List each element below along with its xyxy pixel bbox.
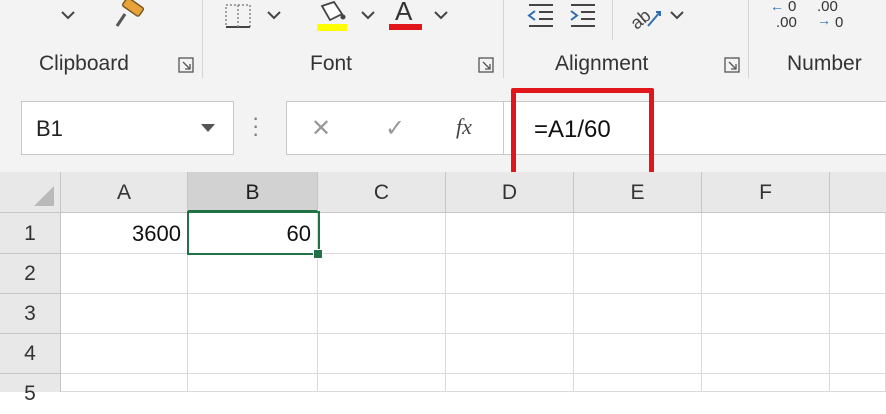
cell-d2[interactable]	[446, 254, 574, 294]
fill-color-dropdown-chevron-icon[interactable]	[360, 8, 376, 26]
group-separator	[503, 0, 504, 78]
cell-b2[interactable]	[188, 254, 318, 294]
svg-text:ab: ab	[628, 5, 655, 30]
row-header-2[interactable]: 2	[0, 254, 61, 294]
cell-e4[interactable]	[574, 334, 702, 374]
cell-c4[interactable]	[318, 334, 446, 374]
increase-decimal-small-zero: 0	[788, 0, 797, 15]
cell-a4[interactable]	[61, 334, 188, 374]
decrease-indent-icon[interactable]	[525, 2, 557, 33]
group-label-alignment: Alignment	[555, 52, 649, 75]
cancel-icon[interactable]: ✕	[311, 114, 331, 143]
cell-a1[interactable]: 3600	[61, 213, 188, 254]
cell-g5[interactable]	[830, 374, 886, 392]
subgroup-separator	[612, 0, 613, 40]
formula-highlight-box	[511, 88, 654, 178]
clipboard-dialog-launcher-icon[interactable]	[178, 57, 194, 73]
column-header-a[interactable]: A	[61, 172, 188, 213]
increase-indent-icon[interactable]	[567, 2, 599, 33]
cell-b4[interactable]	[188, 334, 318, 374]
group-label-clipboard: Clipboard	[39, 52, 129, 75]
increase-decimal-label: .00	[776, 14, 797, 31]
cell-g4[interactable]	[830, 334, 886, 374]
cell-c1[interactable]	[318, 213, 446, 254]
cell-a5[interactable]	[61, 374, 188, 392]
fill-handle[interactable]	[313, 249, 323, 259]
cell-c5[interactable]	[318, 374, 446, 392]
name-box-value: B1	[36, 116, 63, 141]
select-all-icon	[34, 186, 54, 206]
alignment-dialog-launcher-icon[interactable]	[724, 57, 740, 73]
cell-f3[interactable]	[702, 294, 830, 334]
group-label-number: Number	[787, 52, 862, 75]
column-header-b[interactable]: B	[188, 172, 318, 213]
cell-c3[interactable]	[318, 294, 446, 334]
cell-a3[interactable]	[61, 294, 188, 334]
cell-b5[interactable]	[188, 374, 318, 392]
orientation-icon[interactable]: ab	[626, 0, 664, 35]
cell-b3[interactable]	[188, 294, 318, 334]
formula-bar-resize-handle-icon[interactable]: · · ·	[252, 107, 259, 145]
column-header-d[interactable]: D	[446, 172, 574, 213]
ribbon: Clipboard A Font ab Alignment ← 0 .00 .0…	[0, 0, 886, 83]
cell-f1[interactable]	[702, 213, 830, 254]
cell-e3[interactable]	[574, 294, 702, 334]
font-dialog-launcher-icon[interactable]	[478, 57, 494, 73]
group-separator	[202, 0, 203, 78]
cell-e1[interactable]	[574, 213, 702, 254]
borders-icon[interactable]	[223, 2, 255, 35]
group-separator	[748, 0, 749, 78]
row-header-3[interactable]: 3	[0, 294, 61, 334]
column-header-c[interactable]: C	[318, 172, 446, 213]
selected-cell-border	[187, 211, 320, 255]
font-color-letter: A	[395, 0, 413, 26]
increase-decimal-icon[interactable]: ← 0 .00	[770, 0, 804, 32]
cell-d5[interactable]	[446, 374, 574, 392]
font-color-swatch	[389, 24, 422, 30]
dropdown-chevron-icon[interactable]	[60, 8, 76, 26]
select-all-button[interactable]	[0, 172, 61, 213]
cell-g3[interactable]	[830, 294, 886, 334]
decrease-decimal-arrow: →	[817, 12, 831, 28]
borders-dropdown-chevron-icon[interactable]	[266, 8, 282, 26]
cell-f4[interactable]	[702, 334, 830, 374]
font-color-icon[interactable]: A	[389, 0, 425, 32]
enter-icon[interactable]: ✓	[385, 114, 405, 143]
insert-function-icon[interactable]: fx	[456, 114, 472, 140]
column-header-g-partial[interactable]	[830, 172, 886, 213]
cell-e5[interactable]	[574, 374, 702, 392]
fill-color-icon[interactable]	[314, 0, 350, 37]
cell-d1[interactable]	[446, 213, 574, 254]
decrease-decimal-icon[interactable]: .00 → 0	[815, 0, 849, 32]
cell-d4[interactable]	[446, 334, 574, 374]
cell-g2[interactable]	[830, 254, 886, 294]
column-header-f[interactable]: F	[702, 172, 830, 213]
cell-c2[interactable]	[318, 254, 446, 294]
increase-decimal-arrow: ←	[770, 0, 784, 14]
format-painter-icon[interactable]	[113, 0, 149, 35]
name-box[interactable]: B1	[21, 101, 234, 155]
row-header-5[interactable]: 5	[0, 374, 61, 405]
group-label-font: Font	[310, 52, 353, 75]
decrease-decimal-small-zero: 0	[835, 14, 844, 31]
cell-f5[interactable]	[702, 374, 830, 392]
cell-f2[interactable]	[702, 254, 830, 294]
orientation-dropdown-chevron-icon[interactable]	[669, 8, 685, 26]
row-header-4[interactable]: 4	[0, 334, 61, 374]
font-color-dropdown-chevron-icon[interactable]	[433, 8, 449, 26]
column-header-e[interactable]: E	[574, 172, 702, 213]
name-box-dropdown-icon[interactable]	[201, 124, 215, 132]
formula-bar-divider	[503, 102, 504, 154]
cell-d3[interactable]	[446, 294, 574, 334]
cell-a2[interactable]	[61, 254, 188, 294]
row-header-1[interactable]: 1	[0, 213, 61, 254]
cell-e2[interactable]	[574, 254, 702, 294]
cell-g1[interactable]	[830, 213, 886, 254]
